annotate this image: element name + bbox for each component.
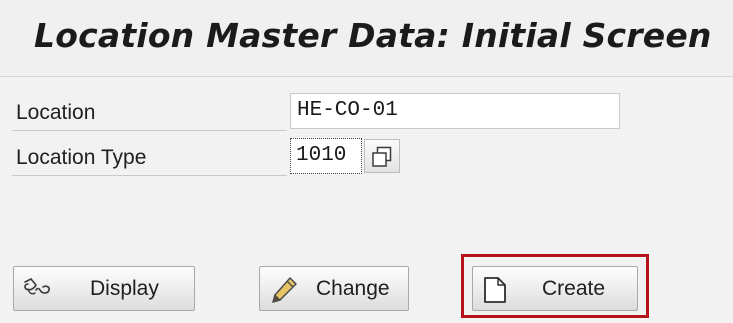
display-button[interactable]: Display [13, 266, 195, 311]
location-master-initial-screen: Location Master Data: Initial Screen Loc… [0, 0, 733, 323]
location-row: Location HE-CO-01 [12, 93, 620, 131]
blank-document-icon [484, 277, 506, 303]
glasses-icon [24, 278, 50, 295]
location-type-underline [12, 175, 287, 176]
location-underline [12, 130, 287, 131]
location-type-input[interactable]: 1010 [290, 138, 362, 174]
value-help-icon [372, 146, 392, 167]
value-help-button[interactable] [364, 139, 400, 173]
title-bar: Location Master Data: Initial Screen [0, 0, 733, 76]
create-button-label: Create [542, 277, 606, 300]
change-button[interactable]: Change [259, 266, 409, 311]
create-button[interactable]: Create [472, 266, 638, 311]
location-type-label: Location Type [16, 146, 147, 169]
location-type-row: Location Type 1010 [12, 138, 512, 176]
title-divider [0, 76, 733, 77]
pencil-icon [272, 277, 297, 303]
location-label: Location [16, 101, 96, 124]
page-title: Location Master Data: Initial Screen [34, 16, 712, 55]
location-input[interactable]: HE-CO-01 [290, 93, 620, 129]
change-button-label: Change [316, 277, 390, 300]
display-button-label: Display [90, 277, 159, 300]
